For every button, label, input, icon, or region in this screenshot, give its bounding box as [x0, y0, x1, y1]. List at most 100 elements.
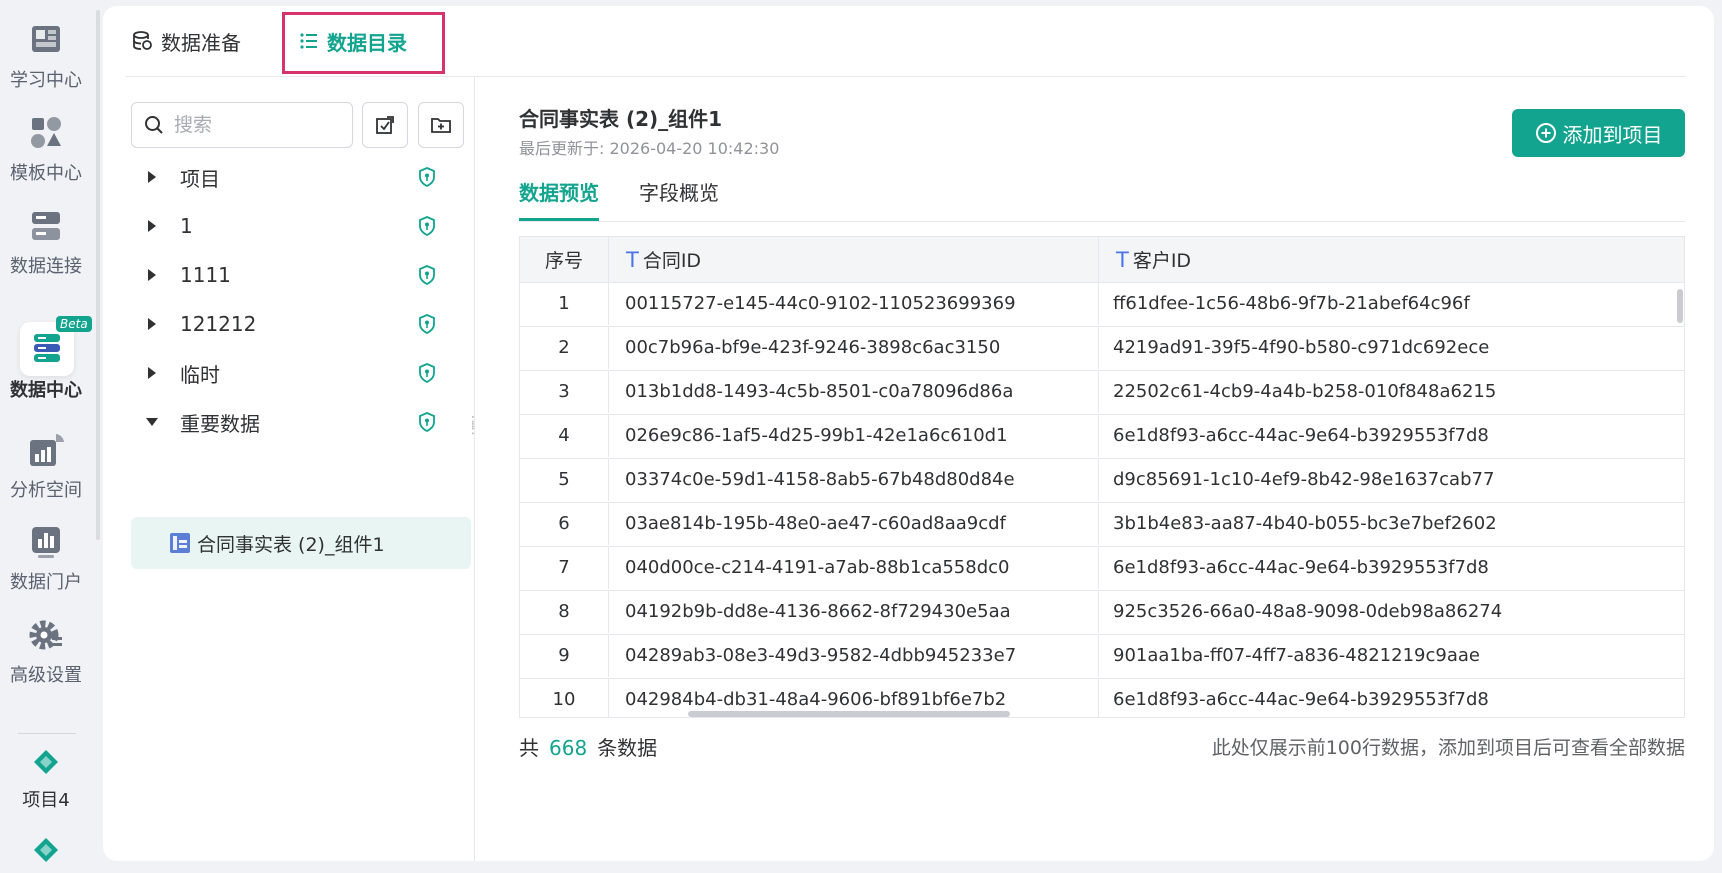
data-stack-icon — [26, 330, 66, 370]
bar-board-icon — [26, 522, 66, 562]
cell: 4219ad91-39f5-4f90-b580-c971dc692ece — [1113, 337, 1490, 358]
rail-item-project-next[interactable] — [0, 836, 92, 868]
project-diamond-icon — [26, 836, 66, 868]
checkbox-share-icon — [376, 116, 394, 134]
cell: ff61dfee-1c56-48b6-9f7b-21abef64c96f — [1113, 293, 1470, 314]
cell: 4 — [520, 414, 609, 457]
cell: 04289ab3-08e3-49d3-9582-4dbb945233e7 — [609, 634, 1099, 677]
rail-item-project4[interactable]: 项目4 — [0, 748, 92, 812]
caret-right-icon[interactable] — [146, 318, 158, 330]
rail-item-connections[interactable]: 数据连接 — [0, 206, 92, 278]
tree-node[interactable]: 重要数据 — [126, 395, 471, 449]
table-icon — [170, 533, 190, 553]
shield-icon[interactable] — [417, 265, 437, 285]
tree-node-label: 项目 — [180, 166, 220, 191]
caret-right-icon[interactable] — [146, 269, 158, 281]
table-row[interactable]: 7 040d00ce-c214-4191-a7ab-88b1ca558dc0 6e1… — [520, 546, 1684, 591]
cell: 013b1dd8-1493-4c5b-8501-c0a78096d86a — [609, 370, 1099, 413]
tree-node[interactable]: 项目 — [126, 150, 471, 204]
row-count-value: 668 — [549, 736, 588, 760]
project-diamond-icon — [26, 748, 66, 780]
left-rail: 学习中心 模板中心 数据连接 数据中心 Beta 分析空间 数据门户 高级设置 … — [0, 0, 92, 873]
caret-right-icon[interactable] — [146, 171, 158, 183]
template-shapes-icon — [26, 113, 66, 153]
preview-note: 此处仅展示前100行数据，添加到项目后可查看全部数据 — [1211, 737, 1685, 759]
chart-pie-icon — [26, 430, 66, 470]
table-row[interactable]: 9 04289ab3-08e3-49d3-9582-4dbb945233e7 901… — [520, 634, 1684, 679]
column-header[interactable]: T 合同ID — [609, 237, 1099, 282]
rail-item-learning[interactable]: 学习中心 — [0, 20, 92, 92]
rail-label: 学习中心 — [10, 70, 82, 91]
server-icon — [26, 206, 66, 246]
table-row[interactable]: 1 00115727-e145-44c0-9102-110523699369 ff6… — [520, 282, 1684, 327]
cell: 7 — [520, 546, 609, 589]
shield-icon[interactable] — [417, 167, 437, 187]
highlight-box — [282, 12, 445, 74]
cell: 6 — [520, 502, 609, 545]
tree-leaf-selected[interactable]: 合同事实表 (2)_组件1 — [131, 517, 471, 569]
detail-tabs: 数据预览 字段概览 — [519, 167, 1685, 222]
tree-node[interactable]: 临时 — [126, 346, 471, 400]
table-row[interactable]: 5 03374c0e-59d1-4158-8ab5-67b48d80d84e d9c… — [520, 458, 1684, 503]
rail-item-portal[interactable]: 数据门户 — [0, 522, 92, 594]
cell: 3 — [520, 370, 609, 413]
cell: 03ae814b-195b-48e0-ae47-c60ad8aa9cdf — [609, 502, 1099, 545]
cell: 2 — [520, 326, 609, 369]
horizontal-scrollbar[interactable] — [688, 711, 1010, 717]
batch-select-button[interactable] — [362, 102, 408, 148]
column-header[interactable]: T 客户ID — [1099, 237, 1684, 282]
cell: 6e1d8f93-a6cc-44ac-9e64-b3929553f7d8 — [1113, 557, 1489, 578]
search-icon — [145, 116, 163, 134]
column-header-label: 客户ID — [1132, 250, 1192, 272]
text-type-icon: T — [626, 247, 639, 272]
shield-icon[interactable] — [417, 216, 437, 236]
rail-scrollbar[interactable] — [96, 10, 100, 540]
table-row[interactable]: 8 04192b9b-dd8e-4136-8662-8f729430e5aa 925… — [520, 590, 1684, 635]
rail-item-analysis[interactable]: 分析空间 — [0, 430, 92, 502]
dataset-title: 合同事实表 (2)_组件1 — [519, 107, 723, 131]
cell: 04192b9b-dd8e-4136-8662-8f729430e5aa — [609, 590, 1099, 633]
vertical-scrollbar[interactable] — [1677, 289, 1683, 323]
main-card: 数据准备 数据目录 项目 1 1111 — [103, 6, 1714, 861]
cell: 026e9c86-1af5-4d25-99b1-42e1a6c610d1 — [609, 414, 1099, 457]
tree-leaf-label: 合同事实表 (2)_组件1 — [197, 533, 385, 556]
table-row[interactable]: 2 00c7b96a-bf9e-423f-9246-3898c6ac3150 421… — [520, 326, 1684, 371]
last-updated: 最后更新于: 2026-04-20 10:42:30 — [519, 139, 780, 158]
tab-data-preview[interactable]: 数据预览 — [519, 167, 599, 221]
table-row[interactable]: 4 026e9c86-1af5-4d25-99b1-42e1a6c610d1 6e1… — [520, 414, 1684, 459]
row-count-suffix: 条数据 — [597, 736, 658, 760]
rail-label: 数据中心 — [10, 380, 82, 401]
database-icon — [133, 31, 152, 50]
add-to-project-button[interactable]: 添加到项目 — [1512, 109, 1685, 157]
new-folder-button[interactable] — [418, 102, 464, 148]
column-header[interactable]: 序号 — [520, 237, 609, 282]
tree-node-label: 临时 — [180, 362, 220, 387]
cell: 5 — [520, 458, 609, 501]
cell: 22502c61-4cb9-4a4b-b258-010f848a6215 — [1113, 381, 1497, 402]
folder-add-icon — [431, 118, 451, 133]
table-row[interactable]: 3 013b1dd8-1493-4c5b-8501-c0a78096d86a 225… — [520, 370, 1684, 415]
tab-data-prep[interactable]: 数据准备 — [131, 6, 241, 76]
rail-item-templates[interactable]: 模板中心 — [0, 113, 92, 185]
detail-panel: 合同事实表 (2)_组件1 最后更新于: 2026-04-20 10:42:30… — [475, 77, 1714, 861]
tree-node[interactable]: 1 — [126, 199, 471, 253]
shield-icon[interactable] — [417, 363, 437, 383]
beta-badge: Beta — [56, 316, 92, 332]
tree-node[interactable]: 121212 — [126, 297, 471, 351]
tab-field-overview[interactable]: 字段概览 — [639, 167, 719, 221]
shield-icon[interactable] — [417, 412, 437, 432]
tree-node[interactable]: 1111 — [126, 248, 471, 302]
search-box[interactable] — [131, 102, 353, 148]
tree-node-label: 重要数据 — [180, 411, 260, 436]
rail-item-settings[interactable]: 高级设置 — [0, 615, 92, 687]
shield-icon[interactable] — [417, 314, 437, 334]
table-row[interactable]: 6 03ae814b-195b-48e0-ae47-c60ad8aa9cdf 3b1… — [520, 502, 1684, 547]
cell: 00c7b96a-bf9e-423f-9246-3898c6ac3150 — [609, 326, 1099, 369]
caret-right-icon[interactable] — [146, 220, 158, 232]
cell: 901aa1ba-ff07-4ff7-a836-4821219c9aae — [1113, 645, 1480, 666]
tab-label: 数据准备 — [161, 30, 241, 55]
search-input[interactable] — [172, 113, 326, 137]
caret-down-icon[interactable] — [146, 417, 158, 427]
data-table: 序号 T 合同ID T 客户ID 1 00115727-e145-44c0-910… — [519, 236, 1685, 718]
caret-right-icon[interactable] — [146, 367, 158, 379]
